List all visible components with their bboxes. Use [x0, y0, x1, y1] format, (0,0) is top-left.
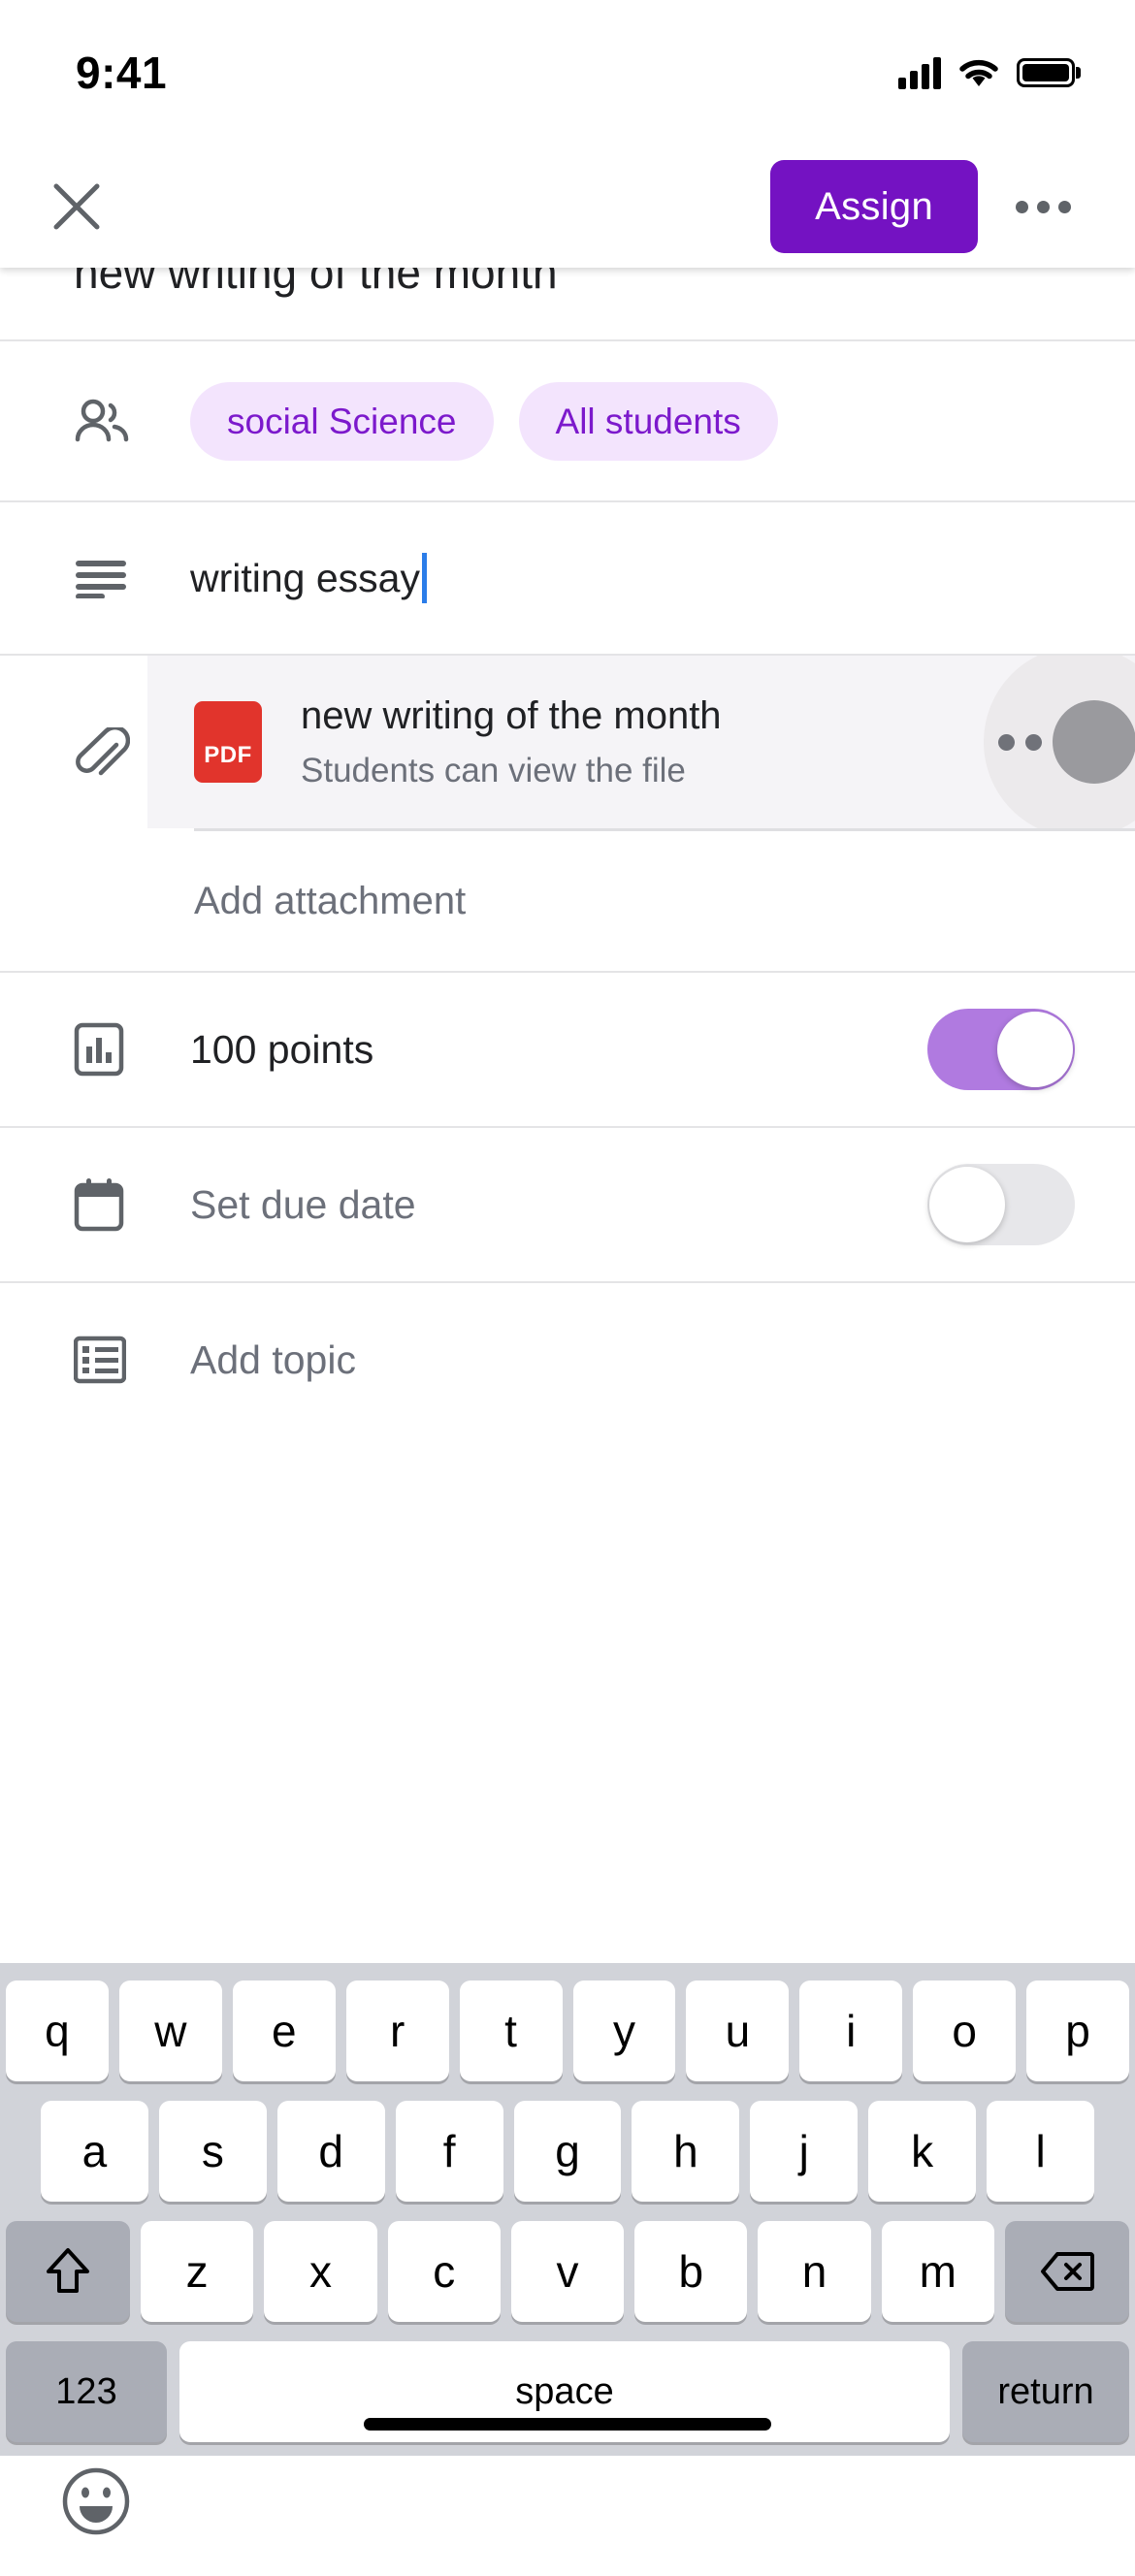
points-label-wrap: 100 points [147, 1027, 927, 1073]
keyboard-row-1: q w e r t y u i o p [0, 1980, 1135, 2081]
topic-label-wrap: Add topic [147, 1337, 1135, 1383]
key-m[interactable]: m [881, 2221, 994, 2322]
key-h[interactable]: h [632, 2101, 740, 2202]
points-label: 100 points [190, 1026, 374, 1072]
key-q[interactable]: q [5, 1980, 109, 2081]
points-toggle-wrap [927, 1009, 1135, 1090]
home-indicator [364, 2418, 771, 2431]
shift-icon[interactable] [6, 2221, 131, 2322]
pdf-file-icon: PDF [194, 701, 262, 783]
more-options-icon[interactable] [1001, 165, 1085, 248]
on-screen-keyboard: q w e r t y u i o p a s d f g h j k l z … [0, 1963, 1135, 2535]
text-caret [421, 553, 427, 603]
key-z[interactable]: z [141, 2221, 254, 2322]
key-t[interactable]: t [459, 1980, 563, 2081]
due-date-toggle-wrap [927, 1164, 1135, 1245]
status-bar: 9:41 [0, 0, 1135, 145]
points-row[interactable]: 100 points [0, 971, 1135, 1126]
key-s[interactable]: s [158, 2101, 267, 2202]
people-icon [74, 399, 147, 443]
due-date-toggle[interactable] [927, 1164, 1075, 1245]
status-bar-indicators [898, 56, 1075, 89]
paperclip-icon [0, 656, 147, 971]
wifi-icon [958, 57, 999, 88]
assignment-title-value: new writing of the month [74, 268, 558, 298]
key-u[interactable]: u [686, 1980, 790, 2081]
assign-button[interactable]: Assign [770, 160, 978, 253]
add-attachment-button[interactable]: Add attachment [147, 831, 1135, 971]
due-date-label: Set due date [190, 1181, 416, 1227]
due-date-row[interactable]: Set due date [0, 1126, 1135, 1281]
audience-chips: social Science All students [147, 381, 1135, 461]
key-l[interactable]: l [987, 2101, 1095, 2202]
attachments-section: PDF new writing of the month Students ca… [0, 654, 1135, 971]
due-date-label-wrap: Set due date [147, 1182, 927, 1228]
key-w[interactable]: w [118, 1980, 222, 2081]
cellular-signal-icon [898, 56, 941, 89]
topic-label: Add topic [190, 1336, 356, 1382]
calendar-icon [74, 1177, 147, 1232]
key-f[interactable]: f [395, 2101, 503, 2202]
key-k[interactable]: k [868, 2101, 977, 2202]
instructions-row[interactable]: writing essay [0, 500, 1135, 654]
status-bar-time: 9:41 [76, 48, 168, 98]
key-a[interactable]: a [41, 2101, 148, 2202]
attachment-item[interactable]: PDF new writing of the month Students ca… [147, 656, 1135, 828]
close-icon[interactable] [35, 165, 118, 248]
list-icon [74, 1336, 147, 1384]
app-bar: Assign [0, 145, 1135, 268]
key-v[interactable]: v [510, 2221, 625, 2322]
backspace-icon[interactable] [1004, 2221, 1129, 2322]
keyboard-bottom-bar [0, 2442, 1135, 2576]
chip-students[interactable]: All students [518, 381, 778, 461]
key-x[interactable]: x [264, 2221, 377, 2322]
key-c[interactable]: c [387, 2221, 501, 2322]
attachment-title: new writing of the month [301, 693, 722, 737]
key-o[interactable]: o [913, 1980, 1017, 2081]
key-i[interactable]: i [799, 1980, 903, 2081]
audience-row[interactable]: social Science All students [0, 339, 1135, 500]
key-r[interactable]: r [345, 1980, 449, 2081]
key-b[interactable]: b [634, 2221, 748, 2322]
instructions-field[interactable]: writing essay [147, 553, 1135, 603]
key-d[interactable]: d [276, 2101, 385, 2202]
assignment-title-field[interactable]: new writing of the month [0, 268, 1135, 339]
emoji-icon[interactable] [60, 2465, 132, 2537]
battery-full-icon [1017, 58, 1075, 87]
bar-chart-icon [74, 1022, 147, 1077]
points-toggle[interactable] [927, 1009, 1075, 1090]
assignment-form: new writing of the month social Science … [0, 268, 1135, 1436]
attachment-more-options-icon[interactable] [984, 656, 1135, 828]
key-n[interactable]: n [758, 2221, 871, 2322]
attachment-meta: new writing of the month Students can vi… [301, 691, 722, 794]
key-g[interactable]: g [513, 2101, 622, 2202]
keyboard-row-2: a s d f g h j k l [0, 2101, 1135, 2202]
key-j[interactable]: j [750, 2101, 859, 2202]
attachment-subtitle: Students can view the file [301, 751, 686, 789]
key-numbers[interactable]: 123 [6, 2341, 167, 2442]
keyboard-row-3: z x c v b n m [0, 2221, 1135, 2322]
topic-row[interactable]: Add topic [0, 1281, 1135, 1436]
key-p[interactable]: p [1026, 1980, 1130, 2081]
chip-course[interactable]: social Science [190, 381, 494, 461]
attachments-list: PDF new writing of the month Students ca… [147, 656, 1135, 971]
key-e[interactable]: e [232, 1980, 336, 2081]
key-return[interactable]: return [962, 2341, 1129, 2442]
instructions-value: writing essay [190, 555, 420, 600]
text-lines-icon [74, 558, 147, 598]
key-y[interactable]: y [572, 1980, 676, 2081]
